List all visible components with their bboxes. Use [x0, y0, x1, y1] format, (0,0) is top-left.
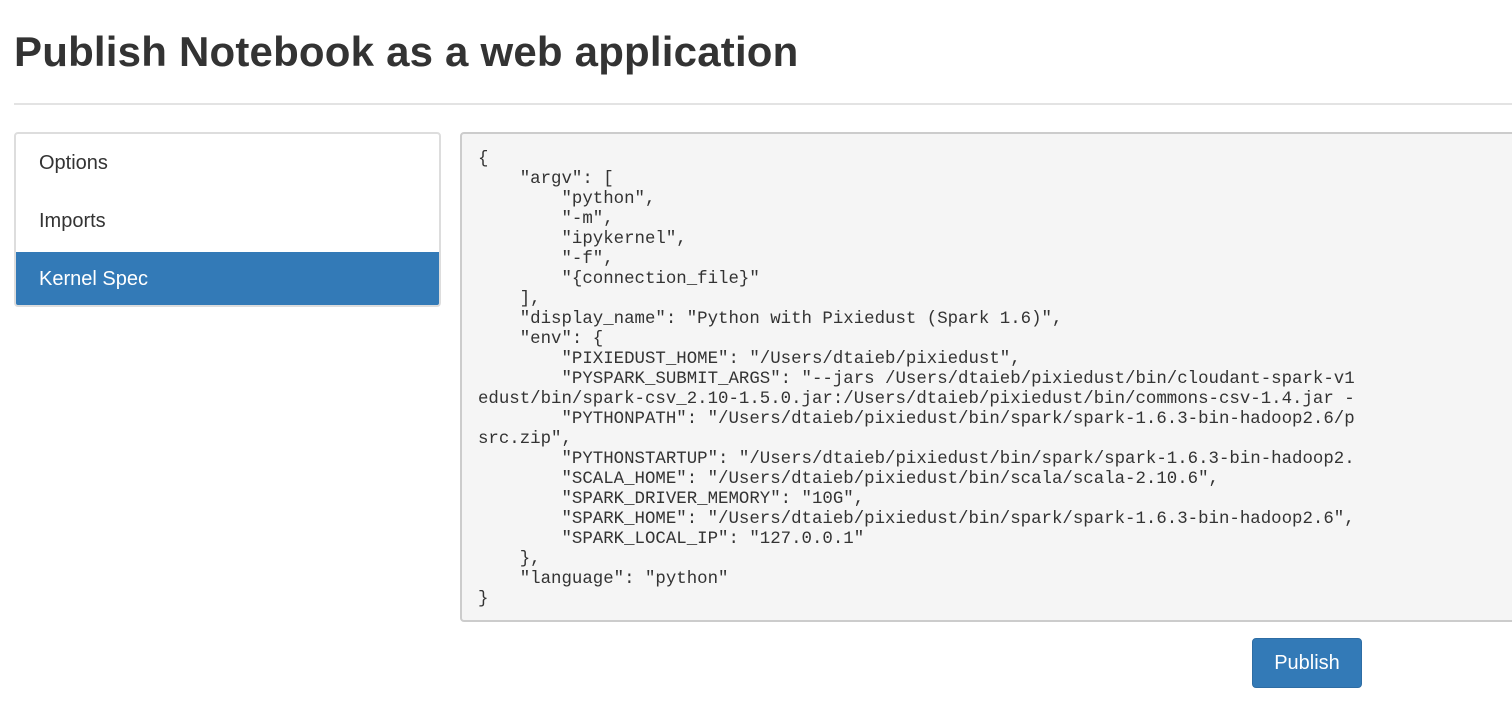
header-divider	[14, 103, 1512, 105]
code-line: edust/bin/spark-csv_2.10-1.5.0.jar:/User…	[478, 390, 1355, 409]
code-line: }	[478, 590, 489, 609]
code-line: "ipykernel",	[478, 230, 687, 249]
nav-item-options[interactable]: Options	[16, 134, 439, 192]
code-line: "-f",	[478, 250, 614, 269]
code-line: "display_name": "Python with Pixiedust (…	[478, 310, 1063, 329]
page-title: Publish Notebook as a web application	[14, 28, 799, 75]
code-line: "env": {	[478, 330, 604, 349]
code-line: "SPARK_DRIVER_MEMORY": "10G",	[478, 490, 865, 509]
code-line: "PIXIEDUST_HOME": "/Users/dtaieb/pixiedu…	[478, 350, 1021, 369]
code-line: "argv": [	[478, 170, 614, 189]
publish-options-nav: Options Imports Kernel Spec	[14, 132, 441, 307]
code-line: "SCALA_HOME": "/Users/dtaieb/pixiedust/b…	[478, 470, 1219, 489]
nav-item-imports[interactable]: Imports	[16, 192, 439, 250]
code-line: "PYTHONPATH": "/Users/dtaieb/pixiedust/b…	[478, 410, 1355, 429]
code-line: "SPARK_LOCAL_IP": "127.0.0.1"	[478, 530, 865, 549]
code-line: "language": "python"	[478, 570, 729, 589]
code-line: "PYSPARK_SUBMIT_ARGS": "--jars /Users/dt…	[478, 370, 1355, 389]
code-line: "{connection_file}"	[478, 270, 760, 289]
code-line: "-m",	[478, 210, 614, 229]
code-line: {	[478, 150, 489, 169]
kernel-spec-panel[interactable]: { "argv": [ "python", "-m", "ipykernel",…	[460, 132, 1512, 622]
kernel-spec-json: { "argv": [ "python", "-m", "ipykernel",…	[478, 150, 1355, 610]
code-line: },	[478, 550, 541, 569]
code-line: "PYTHONSTARTUP": "/Users/dtaieb/pixiedus…	[478, 450, 1355, 469]
code-line: "SPARK_HOME": "/Users/dtaieb/pixiedust/b…	[478, 510, 1355, 529]
code-line: src.zip",	[478, 430, 572, 449]
nav-item-kernel-spec[interactable]: Kernel Spec	[16, 252, 439, 305]
publish-button[interactable]: Publish	[1252, 638, 1362, 688]
code-line: "python",	[478, 190, 656, 209]
code-line: ],	[478, 290, 541, 309]
